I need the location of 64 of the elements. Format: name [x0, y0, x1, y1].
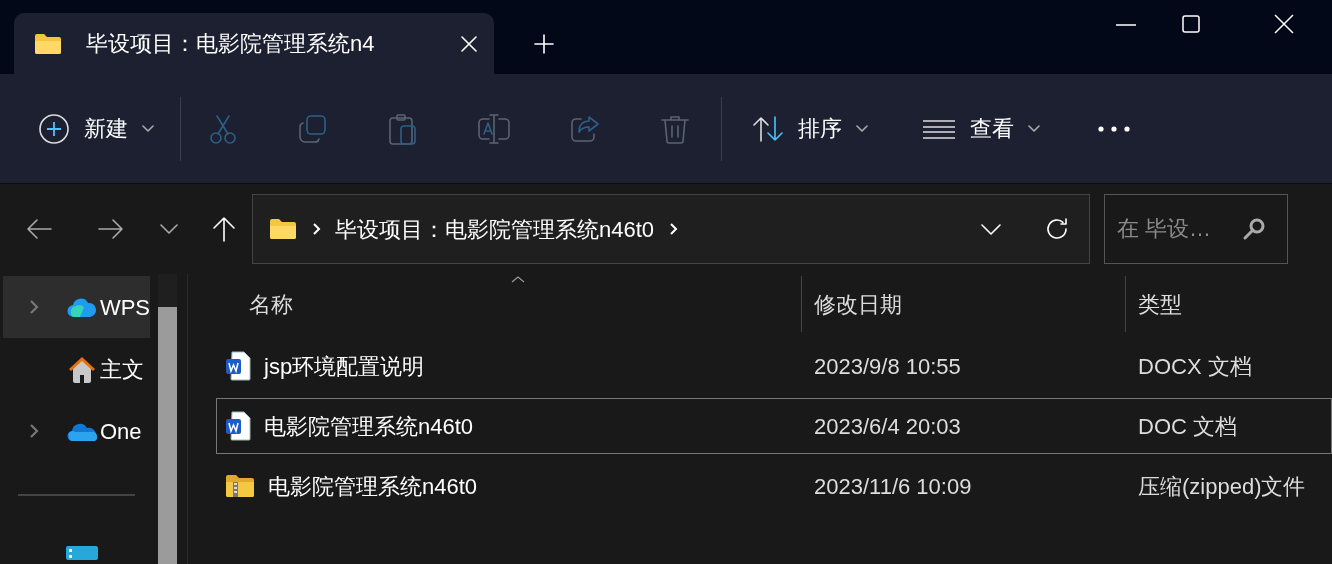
sidebar-item[interactable]: One — [3, 400, 150, 462]
more-icon[interactable] — [1098, 125, 1130, 132]
rename-icon[interactable] — [477, 112, 511, 145]
path-segment[interactable]: 毕设项目：电影院管理系统n46t0 — [335, 212, 655, 246]
up-icon[interactable] — [212, 216, 236, 242]
column-header[interactable]: 名称 — [249, 287, 293, 321]
modified-date: 2023/11/6 10:09 — [813, 472, 973, 501]
zip-folder-icon — [225, 473, 255, 499]
file-name: 电影院管理系统n46t0 — [268, 472, 478, 501]
plus-circle-icon — [38, 112, 70, 145]
desktop-icon — [66, 546, 98, 560]
file-row[interactable]: 电影院管理系统n46t0 2023/6/4 20:03 DOC 文档 — [216, 398, 1332, 454]
refresh-icon[interactable] — [1045, 217, 1069, 241]
chevron-icon — [670, 223, 679, 235]
forward-icon[interactable] — [98, 218, 124, 240]
modified-date: 2023/9/8 10:55 — [813, 352, 962, 381]
paste-icon[interactable] — [387, 112, 419, 145]
dropdown-icon[interactable] — [981, 223, 1001, 235]
modified-date: 2023/6/4 20:03 — [813, 412, 962, 441]
caret-icon — [1028, 124, 1040, 133]
sort-icon — [752, 114, 784, 143]
address-bar[interactable]: 毕设项目：电影院管理系统n46t0 — [252, 194, 1090, 264]
document-icon — [225, 411, 251, 441]
file-type: DOCX 文档 — [1137, 352, 1253, 381]
sidebar-item[interactable]: 主文 — [3, 338, 150, 400]
folder-tab[interactable]: 毕设项目：电影院管理系统n4 — [14, 13, 494, 74]
new-button[interactable]: 新建 — [38, 112, 154, 145]
document-icon — [225, 351, 251, 381]
close-icon[interactable] — [460, 34, 478, 53]
file-name: jsp环境配置说明 — [264, 352, 425, 381]
view-button[interactable]: 查看 — [922, 112, 1040, 145]
cut-icon[interactable] — [207, 112, 239, 145]
list-view-icon — [922, 118, 956, 139]
folder-icon — [34, 32, 62, 55]
search-icon — [1242, 217, 1266, 241]
sort-button[interactable]: 排序 — [752, 112, 868, 145]
caret-icon — [142, 124, 154, 133]
sidebar-label: One — [100, 417, 142, 446]
file-type: DOC 文档 — [1137, 412, 1238, 441]
sort-indicator-icon — [511, 276, 525, 283]
column-header[interactable]: 修改日期 — [814, 287, 902, 321]
cloud-icon — [66, 296, 97, 318]
file-row[interactable]: 电影院管理系统n46t0 2023/11/6 10:09 压缩(zipped)文件 — [216, 458, 1332, 514]
column-header[interactable]: 类型 — [1138, 287, 1182, 321]
new-tab-icon[interactable] — [534, 34, 554, 54]
caret-icon — [856, 124, 868, 133]
maximize-icon[interactable] — [1182, 15, 1200, 33]
chevron-icon — [313, 223, 321, 235]
expand-icon[interactable] — [29, 299, 39, 315]
tab-title: 毕设项目：电影院管理系统n4 — [86, 30, 376, 58]
expand-icon[interactable] — [29, 423, 39, 439]
recent-locations-icon[interactable] — [160, 224, 178, 234]
folder-icon — [269, 218, 297, 240]
sidebar-label: 主文 — [100, 355, 144, 384]
scrollbar-thumb[interactable] — [158, 307, 177, 564]
file-type: 压缩(zipped)文件 — [1137, 472, 1307, 501]
back-icon[interactable] — [26, 218, 52, 240]
file-name: 电影院管理系统n46t0 — [264, 412, 474, 441]
search-field[interactable]: 在 毕设… — [1104, 194, 1288, 264]
close-icon[interactable] — [1274, 14, 1294, 34]
home-icon — [67, 354, 97, 384]
sidebar-item[interactable]: WPS — [3, 276, 150, 338]
file-row[interactable]: jsp环境配置说明 2023/9/8 10:55 DOCX 文档 — [216, 338, 1332, 394]
sidebar-label: WPS — [99, 293, 150, 322]
